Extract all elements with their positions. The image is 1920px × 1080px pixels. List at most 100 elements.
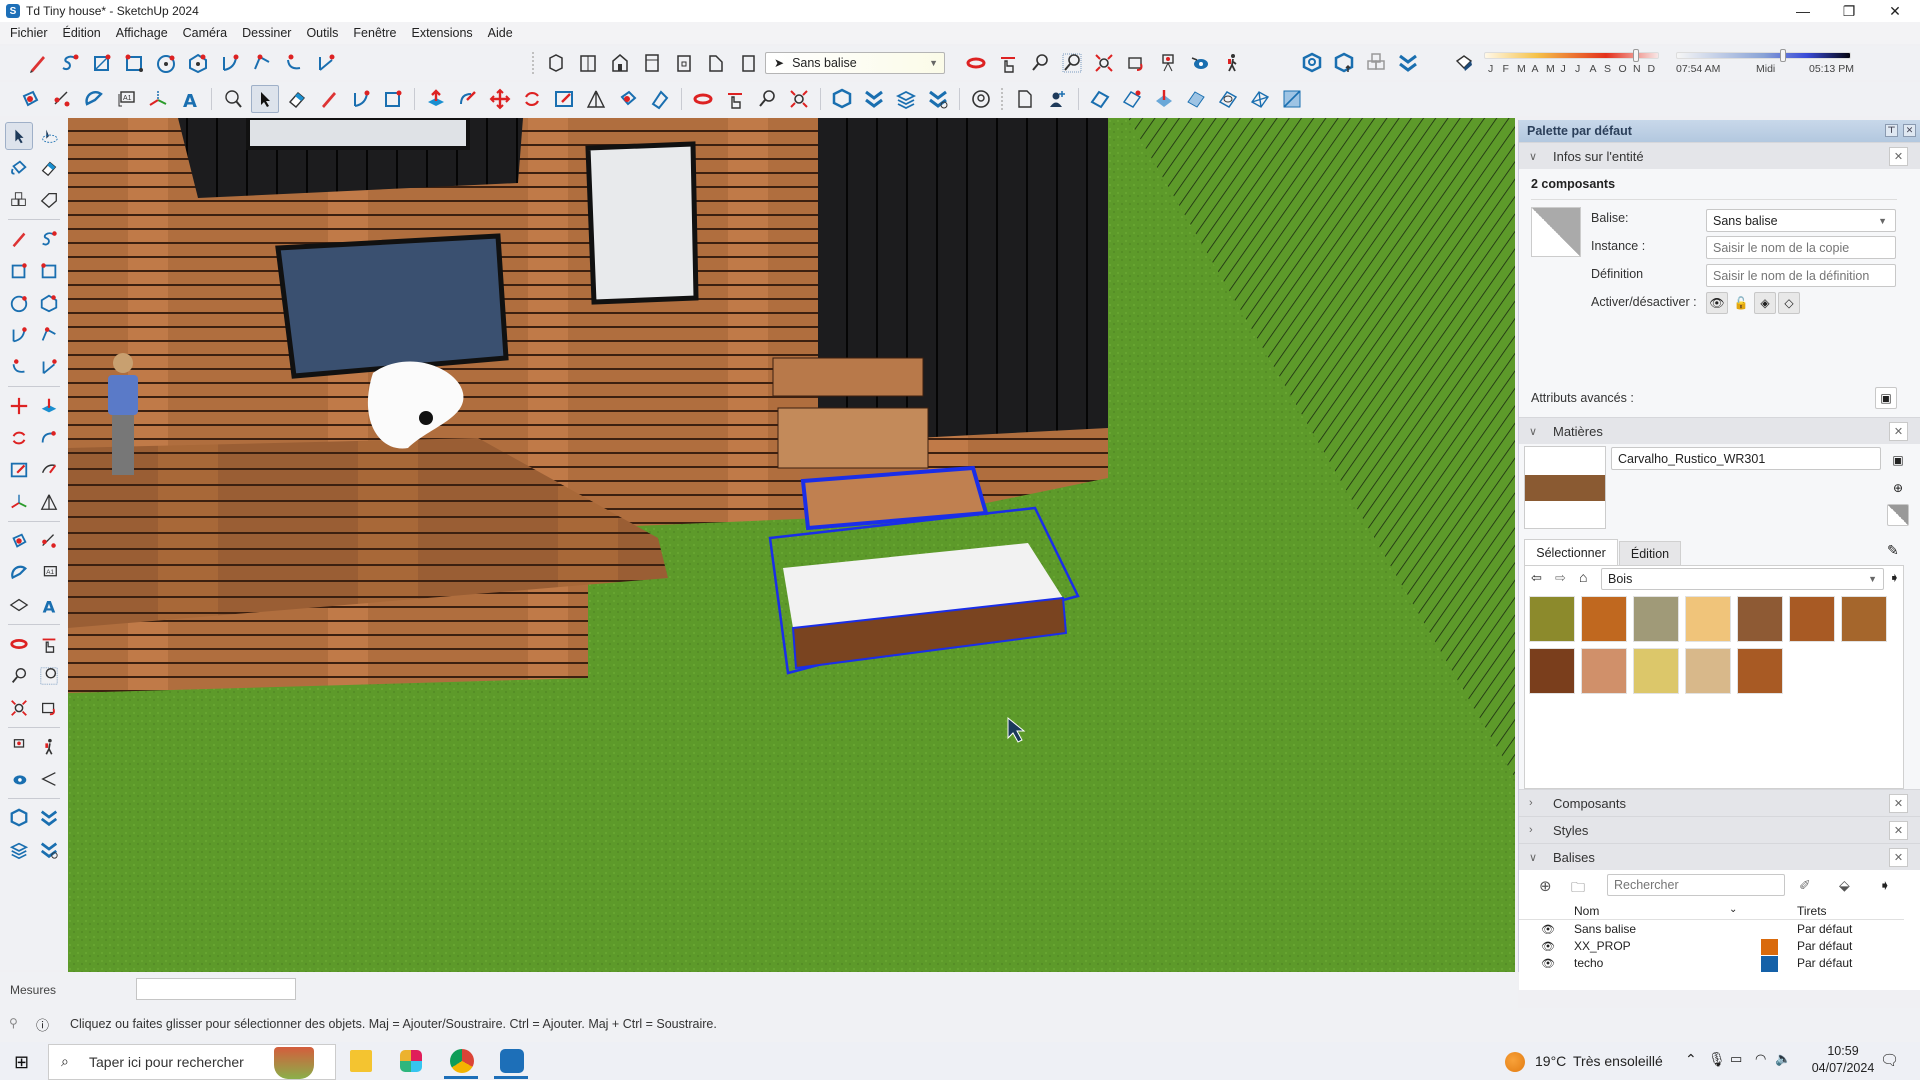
line-icon[interactable] (5, 225, 33, 253)
material-swatch[interactable] (1529, 648, 1575, 694)
close-icon[interactable]: ✕ (1889, 422, 1908, 441)
tag-row[interactable]: 👁 techo Par défaut (1519, 956, 1899, 973)
extensions-icon[interactable] (860, 85, 888, 113)
material-name-input[interactable]: Carvalho_Rustico_WR301 (1611, 447, 1881, 470)
left-view-icon[interactable] (702, 49, 730, 77)
col-dash[interactable]: Tirets (1797, 904, 1827, 918)
info-icon[interactable]: ⓘ (36, 1015, 49, 1034)
front-view-icon[interactable] (606, 49, 634, 77)
zoom-2-icon[interactable] (753, 85, 781, 113)
material-swatch[interactable] (1737, 648, 1783, 694)
section-plane-icon[interactable] (5, 591, 33, 619)
rectangle-icon[interactable] (88, 49, 116, 77)
dimension-icon[interactable] (35, 527, 63, 555)
eyedropper-icon[interactable]: ✎ (1887, 542, 1899, 559)
notifications-icon[interactable]: 🗨 (1880, 1051, 1899, 1069)
sort-chevron-icon[interactable]: ⌄ (1729, 904, 1737, 915)
pencil-icon[interactable] (24, 49, 52, 77)
tags-menu-icon[interactable]: ➧ (1879, 877, 1891, 894)
freehand-icon[interactable] (35, 225, 63, 253)
col-name[interactable]: Nom (1574, 904, 1599, 918)
arc-icon[interactable] (216, 49, 244, 77)
sandbox-flip-edge-icon[interactable] (1278, 85, 1306, 113)
back-arrow-icon[interactable]: ⇦ (1531, 570, 1542, 586)
follow-me-icon[interactable] (454, 85, 482, 113)
flip-icon[interactable] (582, 85, 610, 113)
follow-me-icon[interactable] (35, 424, 63, 452)
protractor-icon[interactable] (80, 85, 108, 113)
toolbar-grip[interactable] (1001, 88, 1005, 110)
tray-close-icon[interactable]: ✕ (1903, 124, 1916, 137)
advanced-attributes-icon[interactable]: ▣ (1875, 387, 1897, 409)
sandbox-drape-icon[interactable] (1182, 85, 1210, 113)
material-swatch[interactable] (1633, 596, 1679, 642)
text-icon[interactable]: A1 (112, 85, 140, 113)
add-user-icon[interactable] (1043, 85, 1071, 113)
library-select[interactable]: Bois ▼ (1601, 568, 1884, 590)
layers-upload-icon[interactable] (5, 836, 33, 864)
cast-shadows-icon[interactable]: ◇ (1778, 292, 1800, 314)
windows-start-icon[interactable]: ⊞ (14, 1052, 29, 1073)
3d-viewport[interactable] (68, 118, 1515, 972)
material-swatch[interactable] (1841, 596, 1887, 642)
time-slider[interactable] (1676, 49, 1851, 62)
close-icon[interactable]: ✕ (1889, 147, 1908, 166)
menu-affichage[interactable]: Affichage (116, 26, 168, 40)
add-to-model-icon[interactable]: ⊕ (1887, 477, 1909, 499)
arc-icon[interactable] (5, 321, 33, 349)
entity-info-header[interactable]: ∨ Infos sur l'entité ✕ (1519, 142, 1920, 169)
components-header[interactable]: › Composants ✕ (1519, 789, 1920, 816)
zoom-icon[interactable] (1026, 49, 1054, 77)
extension-manager-icon[interactable] (924, 85, 952, 113)
select-icon[interactable] (5, 122, 33, 150)
position-camera-icon[interactable] (5, 733, 33, 761)
walk-icon[interactable] (35, 733, 63, 761)
clock-date[interactable]: 04/07/2024 (1798, 1061, 1888, 1075)
arc-tool-icon[interactable] (347, 85, 375, 113)
look-around-icon[interactable] (1186, 49, 1214, 77)
slack-icon[interactable] (400, 1050, 422, 1072)
shapes-icon[interactable] (379, 85, 407, 113)
extension-warehouse-icon[interactable] (1394, 49, 1422, 77)
default-material-icon[interactable] (1887, 504, 1909, 526)
material-swatch[interactable] (1789, 596, 1835, 642)
material-swatch[interactable] (1685, 648, 1731, 694)
tag-dash[interactable]: Par défaut (1797, 956, 1852, 970)
line-icon[interactable] (315, 85, 343, 113)
polygon-icon[interactable] (35, 289, 63, 317)
field-of-view-icon[interactable] (35, 765, 63, 793)
close-icon[interactable]: ✕ (1889, 794, 1908, 813)
close-button[interactable]: ✕ (1872, 0, 1918, 22)
look-around-icon[interactable] (5, 765, 33, 793)
text-icon[interactable]: A1 (35, 559, 63, 587)
material-swatch[interactable] (1529, 596, 1575, 642)
styles-header[interactable]: › Styles ✕ (1519, 816, 1920, 843)
eraser-icon[interactable] (283, 85, 311, 113)
circle-icon[interactable] (152, 49, 180, 77)
add-tag-icon[interactable]: ⊕ (1539, 877, 1552, 895)
material-swatch[interactable] (1581, 596, 1627, 642)
dimension-icon[interactable] (48, 85, 76, 113)
position-camera-icon[interactable] (1154, 49, 1182, 77)
tag-row[interactable]: 👁 Sans balise Par défaut (1519, 922, 1899, 939)
move-icon[interactable] (486, 85, 514, 113)
sandbox-grid-icon[interactable] (1118, 85, 1146, 113)
taskbar-search[interactable]: ⌕ Taper ici pour rechercher (48, 1044, 336, 1080)
microphone-icon[interactable]: 🎙 (1708, 1051, 1726, 1068)
sample-paint-icon[interactable] (646, 85, 674, 113)
battery-icon[interactable]: ▭ (1730, 1051, 1742, 1067)
material-swatch[interactable] (1633, 648, 1679, 694)
close-icon[interactable]: ✕ (1889, 821, 1908, 840)
menu-dessiner[interactable]: Dessiner (242, 26, 291, 40)
push-pull-icon[interactable] (422, 85, 450, 113)
circle-icon[interactable] (5, 289, 33, 317)
scenes-icon[interactable] (967, 85, 995, 113)
bottom-view-icon[interactable] (734, 49, 762, 77)
paint-bucket-icon[interactable] (614, 85, 642, 113)
material-swatch[interactable] (1737, 596, 1783, 642)
lasso-select-icon[interactable] (35, 122, 63, 150)
date-slider[interactable] (1484, 49, 1659, 62)
3d-text-icon[interactable]: A (176, 85, 204, 113)
unlock-icon[interactable]: 🔓 (1730, 292, 1752, 314)
extension-manager-icon[interactable] (35, 836, 63, 864)
